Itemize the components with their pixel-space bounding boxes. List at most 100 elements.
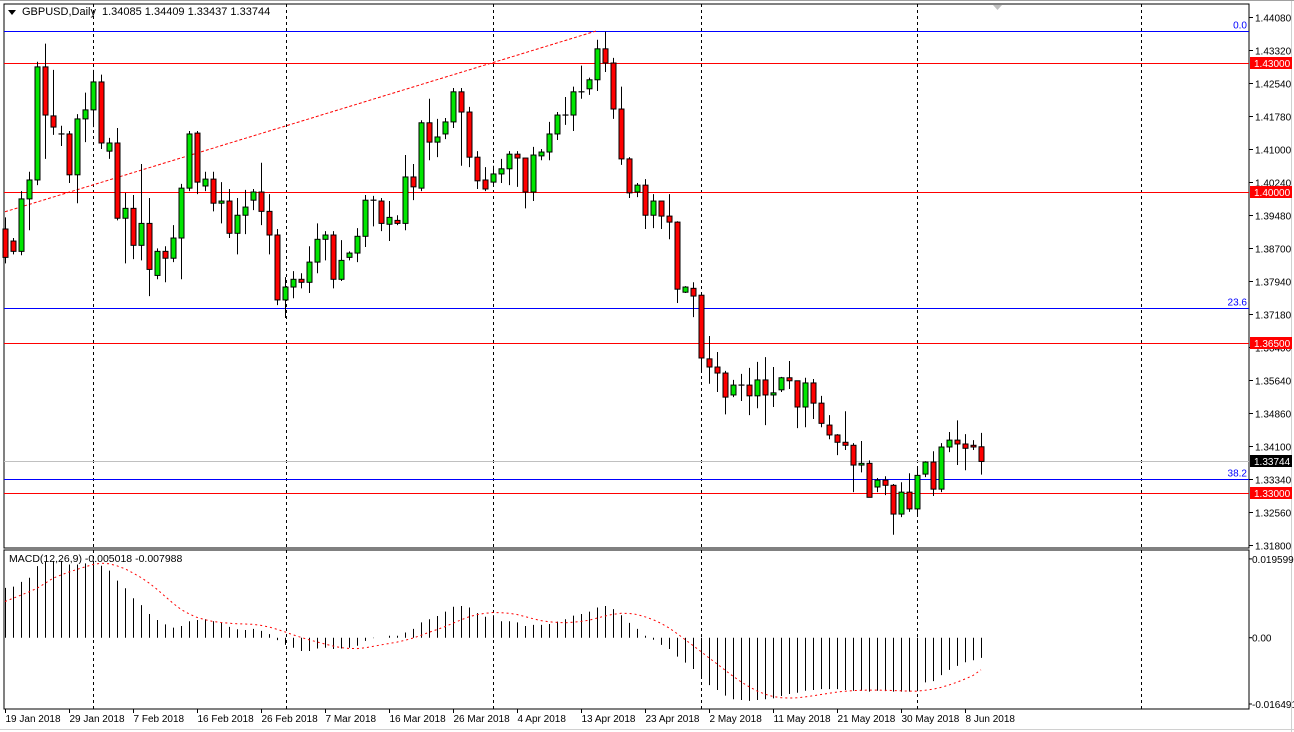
candle [811, 379, 816, 419]
candle [891, 484, 896, 535]
candle [267, 194, 272, 254]
candle-body [99, 82, 104, 143]
macd-tick-label: -0.016491 [1252, 700, 1294, 711]
chart-canvas[interactable]: 1.440801.433201.425401.417801.410001.402… [0, 0, 1294, 732]
candle-body [755, 380, 760, 396]
candle [131, 195, 136, 259]
candle [155, 248, 160, 279]
macd-title: MACD(12,26,9) -0.005018 -0.007988 [9, 553, 182, 565]
candle-body [243, 207, 248, 215]
price-tick-label: 1.44080 [1255, 14, 1292, 25]
candle-body [691, 288, 696, 296]
candle [747, 368, 752, 415]
candle [451, 88, 456, 128]
candle-body [35, 67, 40, 180]
candle-body [947, 440, 952, 447]
candle [467, 107, 472, 167]
candle-body [915, 475, 920, 509]
candle [539, 149, 544, 160]
candle [139, 164, 144, 260]
candle-body [131, 208, 136, 245]
candle [395, 215, 400, 225]
candle-body [203, 179, 208, 186]
candle-body [363, 200, 368, 236]
horizontal-lines[interactable] [4, 32, 1249, 494]
price-tick-label: 1.39480 [1255, 212, 1292, 223]
candle [347, 251, 352, 260]
candle [851, 443, 856, 492]
time-axis[interactable]: 19 Jan 201829 Jan 20187 Feb 201816 Feb 2… [6, 709, 1016, 725]
candle [147, 198, 152, 296]
candle [699, 292, 704, 372]
candle-body [51, 116, 56, 127]
candle-body [355, 236, 360, 253]
candle [35, 62, 40, 185]
time-tick-label: 29 Jan 2018 [70, 714, 125, 725]
candle-body [635, 185, 640, 192]
candle [459, 88, 464, 166]
candle-body [747, 385, 752, 396]
candle-body [387, 217, 392, 224]
time-tick-label: 16 Mar 2018 [390, 714, 447, 725]
candle-body [483, 180, 488, 189]
candle [363, 195, 368, 247]
candle [779, 377, 784, 392]
candle-body [819, 403, 824, 423]
candle [67, 131, 72, 183]
candle-body [435, 137, 440, 142]
chart-header: GBPUSD,Daily 1.34085 1.34409 1.33437 1.3… [8, 6, 270, 18]
candle-body [907, 492, 912, 509]
price-tick-label: 1.37940 [1255, 278, 1292, 289]
candle [715, 352, 720, 392]
candle [731, 380, 736, 397]
vertical-grid [94, 4, 1142, 709]
candle [963, 434, 968, 470]
candle-body [75, 119, 80, 175]
candle [875, 478, 880, 492]
candle-body [379, 201, 384, 223]
candle-body [83, 110, 88, 119]
time-tick-label: 7 Mar 2018 [326, 714, 377, 725]
dropdown-triangle-icon[interactable] [8, 10, 16, 15]
ohlc-readout: 1.34085 1.34409 1.33437 1.33744 [102, 6, 270, 18]
candle [955, 420, 960, 465]
candle-body [611, 63, 616, 109]
time-tick-label: 7 Feb 2018 [134, 714, 185, 725]
candle [211, 172, 216, 212]
candle [275, 229, 280, 305]
candle-body [979, 447, 984, 462]
candle [659, 201, 664, 229]
price-tick-label: 1.38700 [1255, 245, 1292, 256]
current-price-tag-label: 1.33744 [1254, 457, 1291, 468]
candle-body [843, 442, 848, 445]
candle [387, 201, 392, 241]
candle [971, 440, 976, 450]
candle [563, 97, 569, 125]
candle [427, 99, 432, 160]
candle-body [683, 287, 688, 292]
candle-body [715, 367, 720, 373]
candle [163, 246, 168, 282]
candle [819, 396, 824, 427]
price-axis[interactable]: 1.440801.433201.425401.417801.410001.402… [1249, 14, 1294, 711]
candle-body [531, 155, 536, 192]
candle-body [43, 67, 48, 115]
candle-body [763, 380, 768, 395]
candle-body [411, 177, 416, 187]
candle [323, 231, 328, 260]
candle-body [787, 378, 792, 381]
candle [99, 75, 104, 149]
candle-body [339, 260, 344, 279]
macd-tick-label: 0.00 [1252, 634, 1272, 645]
line-price-tag-label: 1.36500 [1254, 339, 1291, 350]
candle [827, 415, 832, 439]
candle-body [971, 445, 976, 447]
chart-shift-marker-icon[interactable] [993, 5, 1002, 10]
chart-frame [0, 0, 1294, 732]
candle [339, 240, 344, 281]
candle-body [651, 201, 656, 215]
candle-body [499, 169, 504, 174]
candle [691, 282, 696, 317]
candle [595, 40, 600, 91]
candle-body [963, 444, 968, 448]
